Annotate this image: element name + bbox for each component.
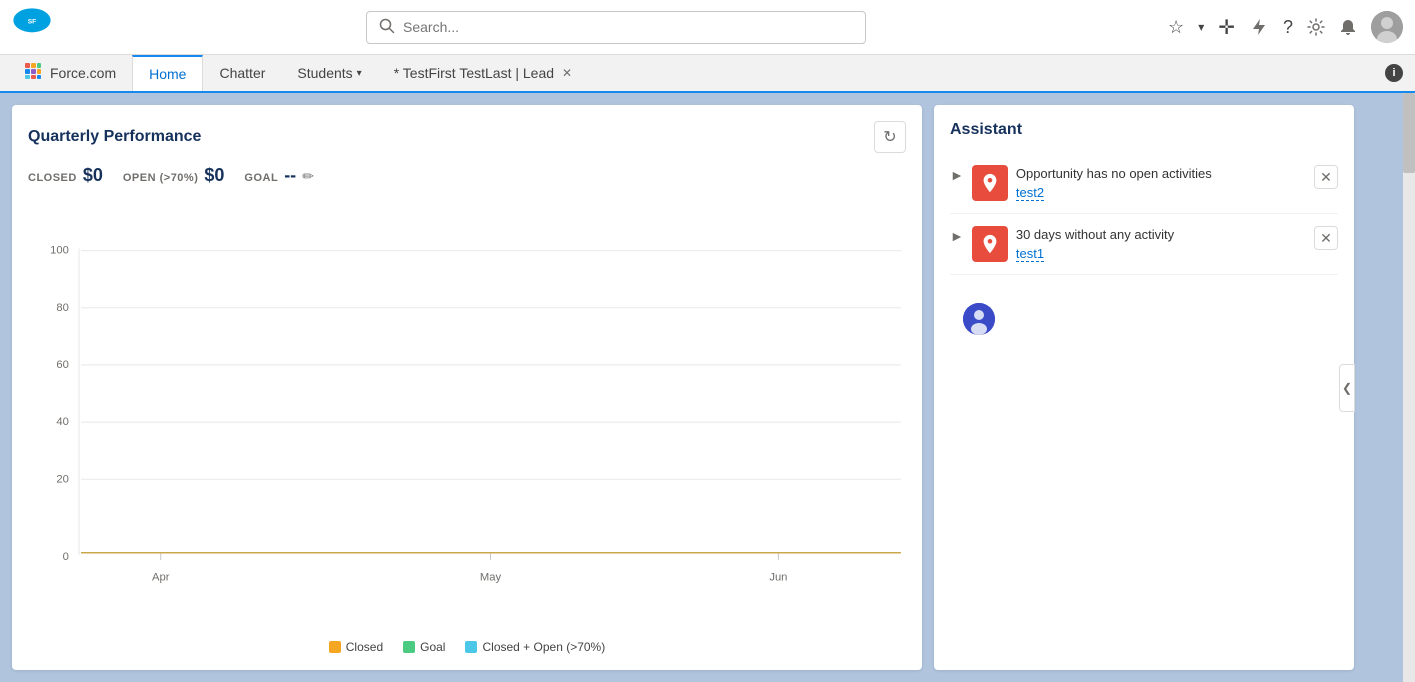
app-name: Force.com [8, 55, 132, 91]
search-input[interactable] [403, 19, 853, 35]
tab-close-icon[interactable]: ✕ [562, 66, 572, 80]
collapse-panel-button[interactable]: ❮ [1339, 364, 1355, 412]
tab-home[interactable]: Home [132, 55, 203, 91]
tab-info-icon[interactable]: i [1385, 64, 1403, 82]
svg-text:Apr: Apr [152, 571, 170, 583]
tab-chatter[interactable]: Chatter [203, 55, 281, 91]
tab-bar: Force.com Home Chatter Students ▾ * Test… [0, 55, 1415, 93]
assistant-item-1: ► Opportunity has no open activities tes… [950, 153, 1338, 214]
open-stat: OPEN (>70%) $0 [123, 165, 225, 186]
legend-closed-open-label: Closed + Open (>70%) [482, 640, 605, 654]
card-header: Quarterly Performance ↻ [28, 121, 906, 153]
legend-closed-dot [329, 641, 341, 653]
scrollbar[interactable] [1403, 93, 1415, 682]
goal-edit-icon[interactable]: ✏ [302, 168, 314, 185]
main-content: Quarterly Performance ↻ CLOSED $0 OPEN (… [0, 93, 1415, 682]
tab-students-more-icon[interactable]: ▾ [357, 68, 362, 79]
svg-text:80: 80 [56, 302, 68, 314]
app-grid-icon[interactable] [24, 62, 42, 85]
refresh-button[interactable]: ↻ [874, 121, 906, 153]
tab-dynamic[interactable]: * TestFirst TestLast | Lead ✕ [378, 55, 588, 91]
stats-row: CLOSED $0 OPEN (>70%) $0 GOAL -- ✏ [28, 165, 906, 186]
svg-text:Jun: Jun [769, 571, 787, 583]
search-bar-container [84, 11, 1148, 44]
assistant-item1-close[interactable]: ✕ [1314, 165, 1338, 189]
app-name-label: Force.com [50, 65, 116, 81]
legend-closed-label: Closed [346, 640, 383, 654]
open-label: OPEN (>70%) [123, 172, 199, 184]
tab-bar-info: i [1385, 55, 1415, 91]
add-icon[interactable]: ✛ [1218, 15, 1235, 40]
legend-goal-dot [403, 641, 415, 653]
assistant-item-2: ► 30 days without any activity test1 ✕ [950, 214, 1338, 275]
legend-goal-label: Goal [420, 640, 445, 654]
svg-text:SF: SF [28, 19, 37, 26]
favorites-dropdown-icon[interactable]: ▾ [1198, 20, 1204, 34]
closed-label: CLOSED [28, 172, 77, 184]
scrollbar-thumb[interactable] [1403, 93, 1415, 173]
card-title: Quarterly Performance [28, 128, 201, 146]
floating-user-button[interactable] [963, 303, 995, 335]
assistant-item1-message: Opportunity has no open activities [1016, 165, 1306, 183]
assistant-title: Assistant [950, 121, 1338, 139]
goal-stat: GOAL -- ✏ [244, 165, 314, 186]
chart-legend: Closed Goal Closed + Open (>70%) [28, 632, 906, 654]
top-navigation: SF ☆ ▾ ✛ ? [0, 0, 1415, 55]
open-value: $0 [204, 165, 224, 186]
assistant-item2-link[interactable]: test1 [1016, 246, 1044, 262]
assistant-item1-chevron[interactable]: ► [950, 167, 964, 183]
assistant-item2-text: 30 days without any activity test1 [1016, 226, 1306, 262]
performance-chart: 100 80 60 40 20 0 [28, 202, 906, 632]
notifications-icon[interactable] [1339, 18, 1357, 36]
closed-value: $0 [83, 165, 103, 186]
goal-value: -- [284, 165, 296, 186]
svg-text:60: 60 [56, 359, 68, 371]
settings-icon[interactable] [1307, 18, 1325, 36]
assistant-item1-link[interactable]: test2 [1016, 185, 1044, 201]
svg-text:May: May [480, 571, 502, 583]
legend-goal: Goal [403, 640, 445, 654]
assistant-item1-text: Opportunity has no open activities test2 [1016, 165, 1306, 201]
assistant-item2-message: 30 days without any activity [1016, 226, 1306, 244]
assistant-item2-icon [972, 226, 1008, 262]
performance-card: Quarterly Performance ↻ CLOSED $0 OPEN (… [12, 105, 922, 670]
favorites-icon[interactable]: ☆ [1168, 17, 1184, 38]
search-icon [379, 18, 395, 37]
assistant-item1-icon [972, 165, 1008, 201]
svg-text:20: 20 [56, 473, 68, 485]
svg-text:0: 0 [63, 551, 69, 563]
lightning-icon[interactable] [1249, 17, 1269, 37]
tab-chatter-label: Chatter [219, 65, 265, 81]
assistant-item2-chevron[interactable]: ► [950, 228, 964, 244]
closed-stat: CLOSED $0 [28, 165, 103, 186]
legend-closed-open-dot [465, 641, 477, 653]
tab-students[interactable]: Students ▾ [281, 55, 377, 91]
user-avatar[interactable] [1371, 11, 1403, 43]
search-bar[interactable] [366, 11, 866, 44]
top-nav-actions: ☆ ▾ ✛ ? [1168, 11, 1403, 43]
tab-dynamic-label: * TestFirst TestLast | Lead [394, 65, 554, 81]
tab-home-label: Home [149, 66, 186, 82]
goal-label: GOAL [244, 172, 278, 184]
salesforce-logo[interactable]: SF [12, 7, 52, 47]
assistant-panel: Assistant ► Opportunity has no open acti… [934, 105, 1354, 670]
tab-students-label: Students [297, 65, 352, 81]
assistant-item2-close[interactable]: ✕ [1314, 226, 1338, 250]
chart-area: 100 80 60 40 20 0 [28, 202, 906, 632]
legend-closed-open: Closed + Open (>70%) [465, 640, 605, 654]
legend-closed: Closed [329, 640, 383, 654]
svg-text:40: 40 [56, 416, 68, 428]
help-icon[interactable]: ? [1283, 17, 1293, 38]
svg-text:100: 100 [50, 245, 69, 257]
